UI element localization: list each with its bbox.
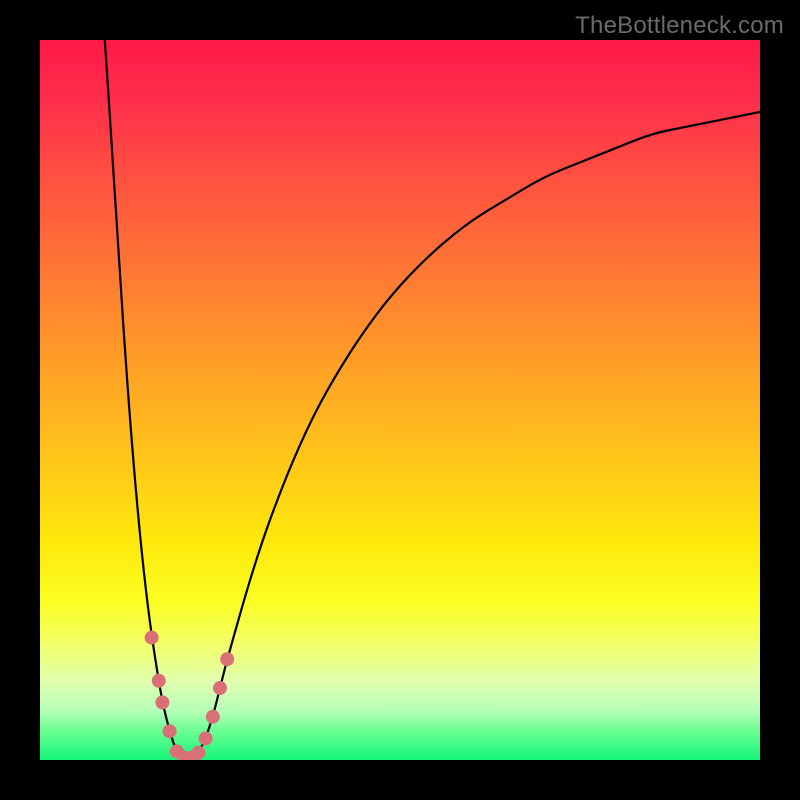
valley-marker [220, 652, 234, 666]
bottleneck-chart [40, 40, 760, 760]
valley-marker [199, 731, 213, 745]
valley-marker [206, 710, 220, 724]
watermark-label: TheBottleneck.com [575, 12, 784, 40]
valley-marker-group [145, 631, 235, 760]
valley-marker [152, 674, 166, 688]
valley-marker [213, 681, 227, 695]
chart-frame: TheBottleneck.com [0, 0, 800, 800]
valley-marker [163, 724, 177, 738]
valley-marker [155, 695, 169, 709]
valley-marker [191, 746, 205, 760]
valley-marker [145, 631, 159, 645]
bottleneck-curve-path [105, 40, 760, 760]
